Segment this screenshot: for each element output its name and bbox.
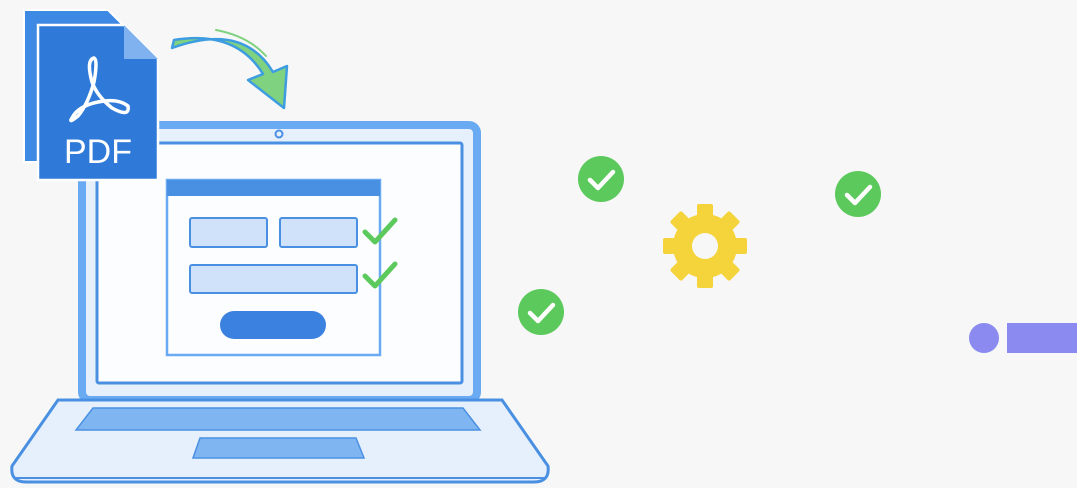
pdf-to-form-illustration: PDF [10,9,1077,484]
form-field-full-width[interactable] [189,264,358,294]
curved-arrow-icon [170,29,289,110]
gear-icon [663,204,747,288]
indicator [969,323,1077,353]
form-window-titlebar [167,180,380,196]
form-window [165,178,398,357]
pdf-document: PDF [23,9,160,182]
pdf-label: PDF [64,133,132,171]
indicator-bar [1007,323,1077,353]
indicator-dot [969,323,999,353]
check-badge [835,171,881,217]
laptop-trackpad [191,437,366,459]
check-badge [578,156,624,202]
form-field-last-name[interactable] [279,217,358,248]
check-badge [518,289,564,335]
laptop-keyboard [74,407,482,431]
illustration-stage: PDF [0,0,1077,488]
form-field-first-name[interactable] [189,217,268,248]
form-submit-button[interactable] [220,311,326,339]
